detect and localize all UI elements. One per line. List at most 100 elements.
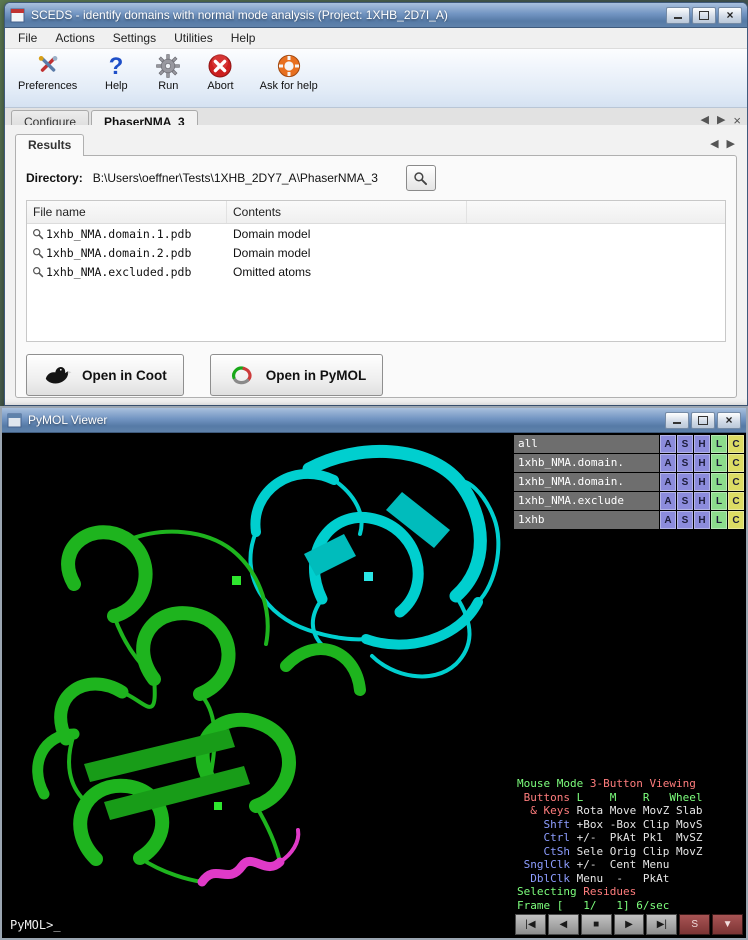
menu-file[interactable]: File [9,29,46,47]
file-table-header: File name Contents [27,201,725,224]
magnifier-icon [30,228,46,240]
maximize-button[interactable] [692,7,716,24]
object-button-c[interactable]: C [728,492,744,510]
menu-actions[interactable]: Actions [46,29,103,47]
object-name[interactable]: 1xhb [514,511,659,529]
tab-results[interactable]: Results [15,134,84,156]
table-row[interactable]: 1xhb_NMA.domain.2.pdbDomain model [27,243,725,262]
object-button-c[interactable]: C [728,511,744,529]
toolbar: Preferences ?Help Run Abort Ask for help [5,49,747,108]
object-button-a[interactable]: A [660,492,676,510]
object-row: 1xhb_NMA.domain.ASHLC [514,473,744,491]
object-button-l[interactable]: L [711,435,727,453]
object-button-s[interactable]: S [677,435,693,453]
toolbar-button-ask-for-help[interactable]: Ask for help [253,52,325,93]
object-button-h[interactable]: H [694,492,710,510]
toolbar-button-run[interactable]: Run [148,52,188,93]
object-button-c[interactable]: C [728,454,744,472]
result-tabs: Results [15,133,84,155]
mouse-mode-panel[interactable]: Mouse Mode 3-Button Viewing Buttons L M … [514,775,744,913]
pymol-titlebar[interactable]: PyMOL Viewer × [2,408,746,433]
help-icon: ? [103,53,129,79]
table-row[interactable]: 1xhb_NMA.domain.1.pdbDomain model [27,224,725,243]
pymol-window-icon [7,413,22,428]
object-button-h[interactable]: H [694,473,710,491]
column-header-file-name[interactable]: File name [27,201,227,223]
object-button-c[interactable]: C [728,473,744,491]
sceds-titlebar[interactable]: SCEDS - identify domains with normal mod… [5,3,747,28]
contents-cell: Domain model [227,246,310,260]
molecule-viewport[interactable]: PyMOL>_ [4,434,514,936]
mouse-panel-line: DblClk Menu - PkAt [517,872,741,886]
toolbar-button-abort[interactable]: Abort [200,52,240,93]
object-button-a[interactable]: A [660,473,676,491]
vcr-step-back[interactable]: ◀ [548,914,579,935]
minimize-icon [673,422,681,424]
vcr-fast-forward[interactable]: ▶| [646,914,677,935]
vcr-scene[interactable]: S [679,914,710,935]
object-button-s[interactable]: S [677,511,693,529]
object-button-s[interactable]: S [677,492,693,510]
minimize-button[interactable] [666,7,690,24]
object-button-a[interactable]: A [660,511,676,529]
command-prompt[interactable]: PyMOL>_ [10,918,61,932]
object-button-l[interactable]: L [711,492,727,510]
pymol-maximize-button[interactable] [691,412,715,429]
object-button-s[interactable]: S [677,473,693,491]
pymol-minimize-button[interactable] [665,412,689,429]
toolbar-button-preferences[interactable]: Preferences [11,52,84,93]
menu-help[interactable]: Help [222,29,265,47]
close-button[interactable]: × [718,7,742,24]
pymol-close-button[interactable]: × [717,412,741,429]
object-name[interactable]: all [514,435,659,453]
object-button-c[interactable]: C [728,435,744,453]
browse-directory-button[interactable] [406,165,436,191]
object-button-a[interactable]: A [660,454,676,472]
open-in-coot-button[interactable]: Open in Coot [26,354,184,396]
object-row: allASHLC [514,435,744,453]
contents-cell: Omitted atoms [227,265,311,279]
menu-settings[interactable]: Settings [104,29,165,47]
object-name[interactable]: 1xhb_NMA.domain. [514,473,659,491]
vcr-menu-down[interactable]: ▼ [712,914,743,935]
magnifier-icon [30,266,46,278]
object-button-l[interactable]: L [711,511,727,529]
results-scroll-right-icon[interactable]: ▶ [727,137,735,150]
menu-utilities[interactable]: Utilities [165,29,222,47]
object-button-l[interactable]: L [711,473,727,491]
run-gear-icon [155,53,181,79]
pymol-window-title: PyMOL Viewer [28,413,659,427]
object-name[interactable]: 1xhb_NMA.domain. [514,454,659,472]
vcr-rewind[interactable]: |◀ [515,914,546,935]
directory-row: Directory: B:\Users\oeffner\Tests\1XHB_2… [26,165,726,191]
magnifier-icon [30,247,46,259]
app-window-icon [10,8,25,23]
vcr-controls: |◀◀■▶▶|S▼ [514,913,744,936]
menu-bar: FileActionsSettingsUtilitiesHelp [5,28,747,49]
results-panel: Directory: B:\Users\oeffner\Tests\1XHB_2… [15,155,737,398]
mouse-panel-line: Frame [ 1/ 1] 6/sec [517,899,741,913]
preferences-icon [35,53,61,79]
mouse-panel-line: Shft +Box -Box Clip MovS [517,818,741,832]
column-header-contents[interactable]: Contents [227,201,467,223]
object-button-h[interactable]: H [694,435,710,453]
table-row[interactable]: 1xhb_NMA.excluded.pdbOmitted atoms [27,262,725,281]
vcr-play[interactable]: ▶ [614,914,645,935]
object-name[interactable]: 1xhb_NMA.exclude [514,492,659,510]
results-scroll-left-icon[interactable]: ◀ [710,137,718,150]
toolbar-button-help[interactable]: ?Help [96,52,136,93]
file-table: File name Contents 1xhb_NMA.domain.1.pdb… [26,200,726,342]
object-button-h[interactable]: H [694,511,710,529]
column-header-empty [467,201,725,223]
object-button-s[interactable]: S [677,454,693,472]
object-button-h[interactable]: H [694,454,710,472]
protein-render [4,434,514,936]
toolbar-label-abort: Abort [207,80,233,92]
window-title: SCEDS - identify domains with normal mod… [31,8,660,22]
abort-icon [207,53,233,79]
object-button-a[interactable]: A [660,435,676,453]
vcr-stop[interactable]: ■ [581,914,612,935]
object-button-l[interactable]: L [711,454,727,472]
coot-bird-icon [43,363,73,387]
open-in-pymol-button[interactable]: Open in PyMOL [210,354,384,396]
